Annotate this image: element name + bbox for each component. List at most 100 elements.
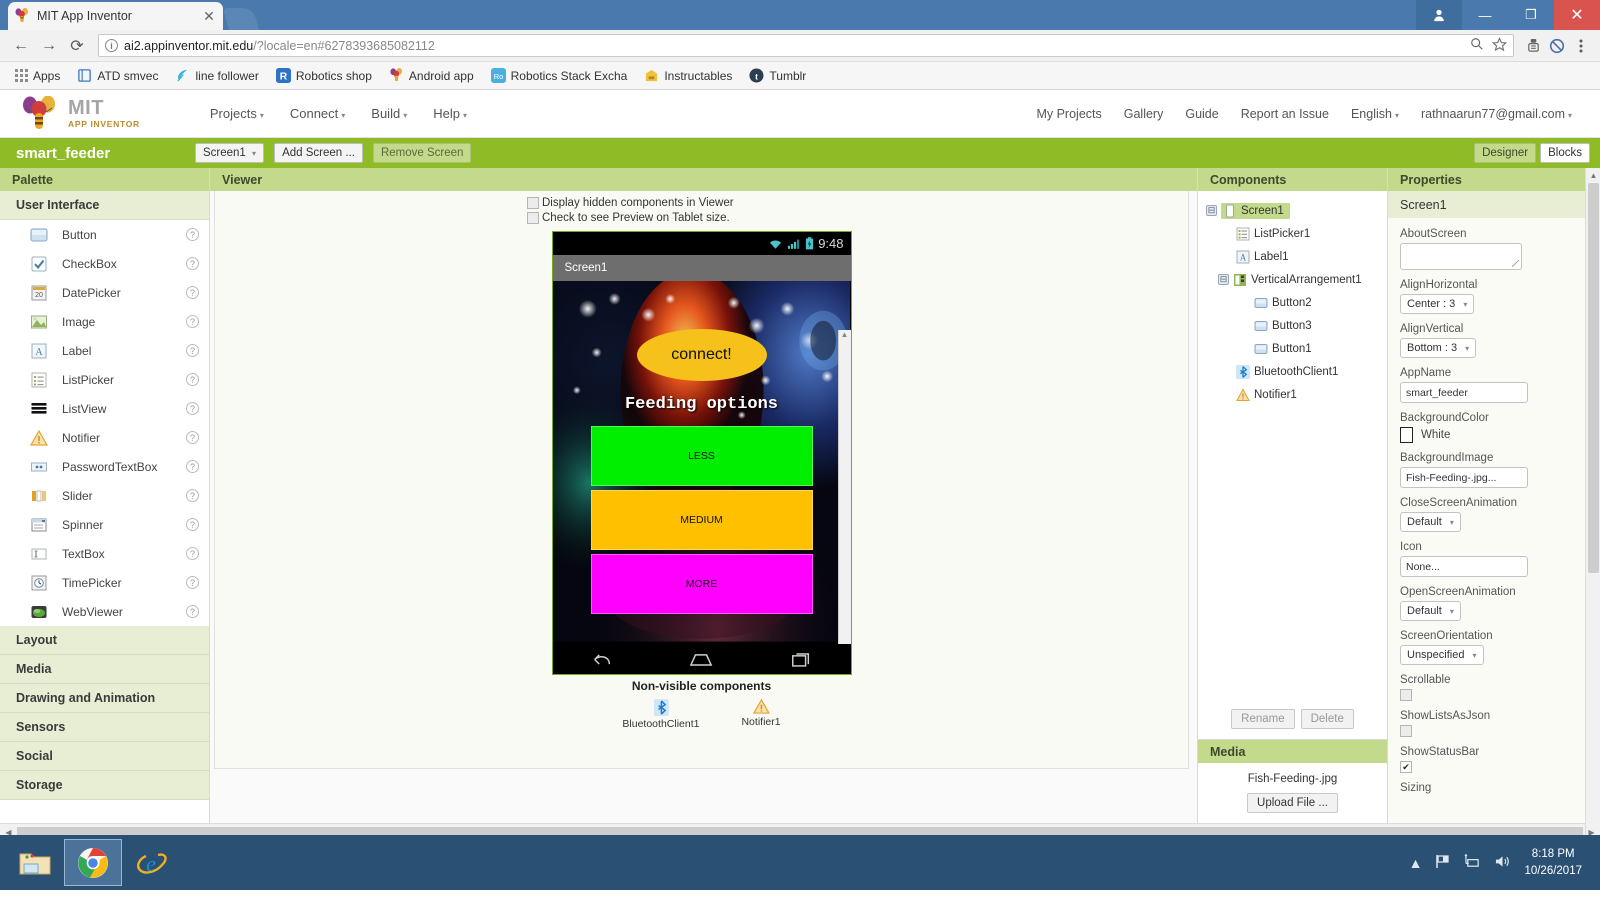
taskbar-internet-explorer[interactable]: e	[122, 839, 180, 886]
tree-node-label1[interactable]: A Label1	[1206, 245, 1387, 268]
link-gallery[interactable]: Gallery	[1124, 107, 1164, 121]
help-icon[interactable]: ?	[186, 489, 199, 502]
help-icon[interactable]: ?	[186, 460, 199, 473]
taskbar-google-chrome[interactable]	[64, 839, 122, 886]
link-guide[interactable]: Guide	[1185, 107, 1218, 121]
palette-item-notifier[interactable]: Notifier ?	[0, 423, 209, 452]
hscroll-thumb[interactable]	[17, 826, 1583, 835]
account-icon[interactable]	[1416, 0, 1462, 30]
palette-category-media[interactable]: Media	[0, 655, 209, 684]
color-swatch[interactable]	[1400, 427, 1413, 443]
home-icon[interactable]	[689, 651, 713, 668]
palette-item-textbox[interactable]: TextBox ?	[0, 539, 209, 568]
help-icon[interactable]: ?	[186, 228, 199, 241]
non-visible-notifier1[interactable]: Notifier1	[741, 699, 781, 730]
tree-node-bluetoothclient1[interactable]: BluetoothClient1	[1206, 360, 1387, 383]
bookmark-tumblr[interactable]: t Tumblr	[742, 65, 813, 86]
palette-item-button[interactable]: Button ?	[0, 220, 209, 249]
menu-help[interactable]: Help ▾	[433, 106, 467, 121]
palette-item-listview[interactable]: ListView ?	[0, 394, 209, 423]
prop-select-alignhorizontal[interactable]: Center : 3 ▾	[1400, 294, 1475, 314]
help-icon[interactable]: ?	[186, 605, 199, 618]
hscroll-right-icon[interactable]: ▶	[1583, 828, 1600, 836]
new-tab-button[interactable]	[222, 8, 260, 30]
prop-checkbox-showstatusbar[interactable]	[1400, 761, 1412, 773]
palette-category-social[interactable]: Social	[0, 742, 209, 771]
non-visible-bluetoothclient1[interactable]: BluetoothClient1	[622, 699, 699, 730]
help-icon[interactable]: ?	[186, 576, 199, 589]
help-icon[interactable]: ?	[186, 373, 199, 386]
expander-icon[interactable]: ⊟	[1206, 205, 1217, 216]
palette-category-drawing-and-animation[interactable]: Drawing and Animation	[0, 684, 209, 713]
bookmark-apps[interactable]: Apps	[8, 66, 67, 86]
button-more[interactable]: MORE	[590, 554, 813, 614]
expander-icon[interactable]: ⊟	[1218, 274, 1229, 285]
menu-build[interactable]: Build ▾	[371, 106, 407, 121]
palette-item-webviewer[interactable]: WebViewer ?	[0, 597, 209, 626]
tablet-preview-checkbox-row[interactable]: Check to see Preview on Tablet size.	[527, 212, 734, 224]
rename-button[interactable]: Rename	[1231, 709, 1295, 729]
reload-icon[interactable]: ⟳	[64, 33, 90, 59]
tree-node-button1[interactable]: Button1	[1206, 337, 1387, 360]
scroll-up-icon[interactable]: ▲	[841, 330, 849, 339]
browser-tab[interactable]: MIT App Inventor ✕	[8, 2, 223, 30]
palette-item-listpicker[interactable]: ListPicker ?	[0, 365, 209, 394]
bookmark-instructables[interactable]: Instructables	[637, 65, 739, 86]
screen-selector[interactable]: Screen1 ▾	[195, 142, 265, 164]
page-info-icon[interactable]: i	[105, 39, 118, 52]
palette-item-checkbox[interactable]: CheckBox ?	[0, 249, 209, 278]
palette-item-slider[interactable]: Slider ?	[0, 481, 209, 510]
palette-category-user-interface[interactable]: User Interface	[0, 191, 209, 220]
search-icon[interactable]	[1470, 37, 1484, 54]
account-menu[interactable]: rathnaarun77@gmail.com ▾	[1421, 107, 1572, 121]
phone-screen[interactable]: connect! Feeding options LESS MEDIUM MOR…	[552, 281, 851, 644]
language-selector[interactable]: English ▾	[1351, 107, 1399, 121]
button-medium[interactable]: MEDIUM	[590, 490, 813, 550]
prop-checkbox-showlistsasjson[interactable]	[1400, 725, 1412, 737]
tree-node-notifier1[interactable]: Notifier1	[1206, 383, 1387, 406]
back-icon[interactable]	[591, 651, 613, 668]
page-scroll-thumb[interactable]	[1588, 183, 1599, 573]
close-window-button[interactable]: ✕	[1554, 0, 1600, 30]
prop-input-aboutscreen[interactable]	[1400, 243, 1522, 270]
palette-category-storage[interactable]: Storage	[0, 771, 209, 800]
upload-file-button[interactable]: Upload File ...	[1247, 793, 1338, 813]
forward-icon[interactable]: →	[36, 33, 62, 59]
bookmark-robotics-shop[interactable]: R Robotics shop	[269, 65, 379, 86]
palette-item-datepicker[interactable]: 20 DatePicker ?	[0, 278, 209, 307]
menu-connect[interactable]: Connect ▾	[290, 106, 345, 121]
palette-item-label[interactable]: A Label ?	[0, 336, 209, 365]
add-screen-button[interactable]: Add Screen ...	[274, 142, 363, 164]
back-icon[interactable]: ←	[8, 33, 34, 59]
maximize-button[interactable]: ❐	[1508, 0, 1554, 30]
menu-projects[interactable]: Projects ▾	[210, 106, 264, 121]
bookmark-atd-smvec[interactable]: ATD smvec	[70, 65, 165, 86]
blocks-tab[interactable]: Blocks	[1540, 142, 1590, 164]
block-icon[interactable]	[1546, 35, 1568, 57]
link-my-projects[interactable]: My Projects	[1036, 107, 1101, 121]
prop-select-closescreenanimation[interactable]: Default ▾	[1400, 512, 1461, 532]
prop-select-screenorientation[interactable]: Unspecified ▾	[1400, 645, 1484, 665]
palette-category-layout[interactable]: Layout	[0, 626, 209, 655]
tree-node-listpicker1[interactable]: ListPicker1	[1206, 222, 1387, 245]
show-hidden-icons-icon[interactable]: ▲	[1409, 855, 1423, 871]
prop-select-alignvertical[interactable]: Bottom : 3 ▾	[1400, 338, 1477, 358]
extension-icon[interactable]	[1522, 35, 1544, 57]
button-less[interactable]: LESS	[590, 426, 813, 486]
remove-screen-button[interactable]: Remove Screen	[372, 142, 472, 164]
star-icon[interactable]	[1491, 36, 1508, 55]
page-scrollbar[interactable]: ▲ ▼	[1585, 168, 1600, 835]
flag-icon[interactable]	[1435, 854, 1451, 872]
media-file-name[interactable]: Fish-Feeding-.jpg	[1198, 773, 1387, 785]
palette-item-passwordtextbox[interactable]: PasswordTextBox ?	[0, 452, 209, 481]
help-icon[interactable]: ?	[186, 402, 199, 415]
help-icon[interactable]: ?	[186, 431, 199, 444]
designer-tab[interactable]: Designer	[1474, 142, 1537, 164]
bookmark-robotics-stack-exchange[interactable]: Ro Robotics Stack Excha	[484, 65, 635, 86]
page-scroll-up-icon[interactable]: ▲	[1586, 168, 1600, 183]
tree-node-verticalarrangement1[interactable]: ⊟ VerticalArrangement1	[1206, 268, 1387, 291]
delete-button[interactable]: Delete	[1300, 709, 1354, 729]
address-bar[interactable]: i ai2.appinventor.mit.edu/?locale=en#627…	[98, 34, 1514, 57]
tablet-preview-checkbox[interactable]	[527, 212, 539, 224]
help-icon[interactable]: ?	[186, 518, 199, 531]
